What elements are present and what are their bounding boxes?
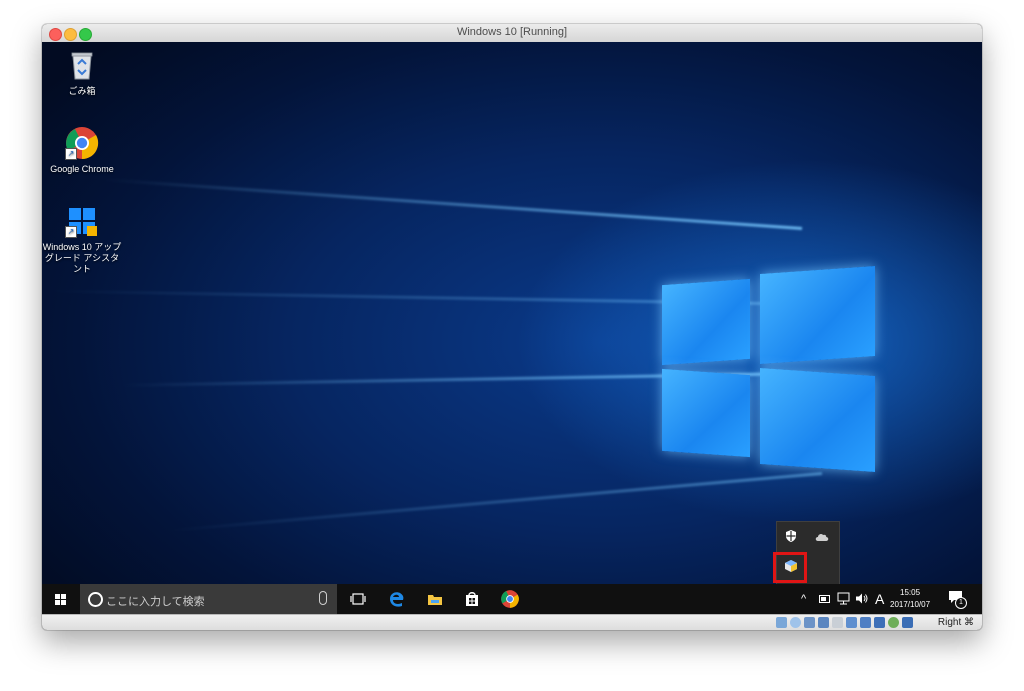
recycle-bin-icon <box>65 48 99 82</box>
desktop-icon-windows-upgrade[interactable]: ↗ Windows 10 アップ グレード アシスタント <box>42 204 122 275</box>
desktop-icon-recycle-bin[interactable]: ごみ箱 <box>42 48 122 97</box>
desktop[interactable]: ごみ箱 ↗ Google Chrome ↗ Windows 10 アップ グレー… <box>42 42 982 584</box>
notification-count: 1 <box>955 597 967 609</box>
hard-disk-icon[interactable] <box>776 617 787 628</box>
shortcut-arrow-icon: ↗ <box>65 148 77 160</box>
shortcut-arrow-icon: ↗ <box>65 226 77 238</box>
ime-indicator[interactable]: A <box>875 591 884 607</box>
display-icon[interactable] <box>860 617 871 628</box>
light-beam <box>42 289 763 305</box>
desktop-icon-label-line1: Windows 10 アップ <box>42 242 122 252</box>
battery-icon[interactable] <box>819 595 831 603</box>
start-button[interactable] <box>42 584 80 614</box>
windows-logo-pane <box>760 367 875 473</box>
highlight-box <box>773 552 807 583</box>
desktop-icon-label: ごみ箱 <box>68 86 96 96</box>
video-capture-icon[interactable] <box>874 617 885 628</box>
chrome-icon: ↗ <box>65 126 99 160</box>
task-view-icon[interactable] <box>348 589 368 609</box>
clock-time: 15:05 <box>900 588 921 597</box>
search-box[interactable]: ここに入力して検索 <box>80 584 337 614</box>
host-status-bar: Right ⌘ <box>42 614 982 630</box>
microphone-icon[interactable] <box>319 591 327 605</box>
show-hidden-icons-chevron[interactable]: ^ <box>801 593 806 605</box>
vm-window: Windows 10 [Running] ごみ箱 ↗ Google Chrome… <box>42 24 982 630</box>
chrome-icon[interactable] <box>500 589 520 609</box>
clock-date: 2017/10/07 <box>890 600 931 609</box>
action-center-button[interactable]: 1 <box>948 590 967 609</box>
desktop-icon-label: Google Chrome <box>50 164 114 174</box>
title-bar[interactable]: Windows 10 [Running] <box>42 24 982 43</box>
windows-logo-pane <box>662 278 750 366</box>
windows-upgrade-icon: ↗ <box>65 204 99 238</box>
audio-icon[interactable] <box>804 617 815 628</box>
file-explorer-icon[interactable] <box>425 589 445 609</box>
taskbar: ここに入力して検索 ^ A 15:05 2017/10/07 1 <box>42 584 982 614</box>
desktop-icon-chrome[interactable]: ↗ Google Chrome <box>42 126 122 175</box>
store-icon[interactable] <box>462 589 482 609</box>
search-placeholder: ここに入力して検索 <box>106 596 205 608</box>
cpu-icon[interactable] <box>888 617 899 628</box>
desktop-icon-label-line2: グレード アシスタント <box>44 253 120 274</box>
mouse-integration-icon[interactable] <box>902 617 913 628</box>
shared-folders-icon[interactable] <box>846 617 857 628</box>
windows-logo-pane <box>760 265 875 365</box>
onedrive-icon[interactable] <box>815 532 829 541</box>
optical-drive-icon[interactable] <box>790 617 801 628</box>
window-title: Windows 10 [Running] <box>456 26 568 38</box>
light-beam <box>103 178 803 230</box>
defender-icon[interactable] <box>785 530 797 542</box>
volume-icon[interactable] <box>855 592 869 605</box>
usb-icon[interactable] <box>832 617 843 628</box>
network-icon[interactable] <box>837 592 851 605</box>
windows-logo-pane <box>662 368 750 458</box>
network-adapter-icon[interactable] <box>818 617 829 628</box>
light-beam <box>164 472 823 533</box>
clock[interactable]: 15:05 2017/10/07 <box>890 587 930 611</box>
edge-icon[interactable] <box>387 589 407 609</box>
host-key-label: Right ⌘ <box>937 617 974 628</box>
cortana-icon <box>88 592 103 607</box>
